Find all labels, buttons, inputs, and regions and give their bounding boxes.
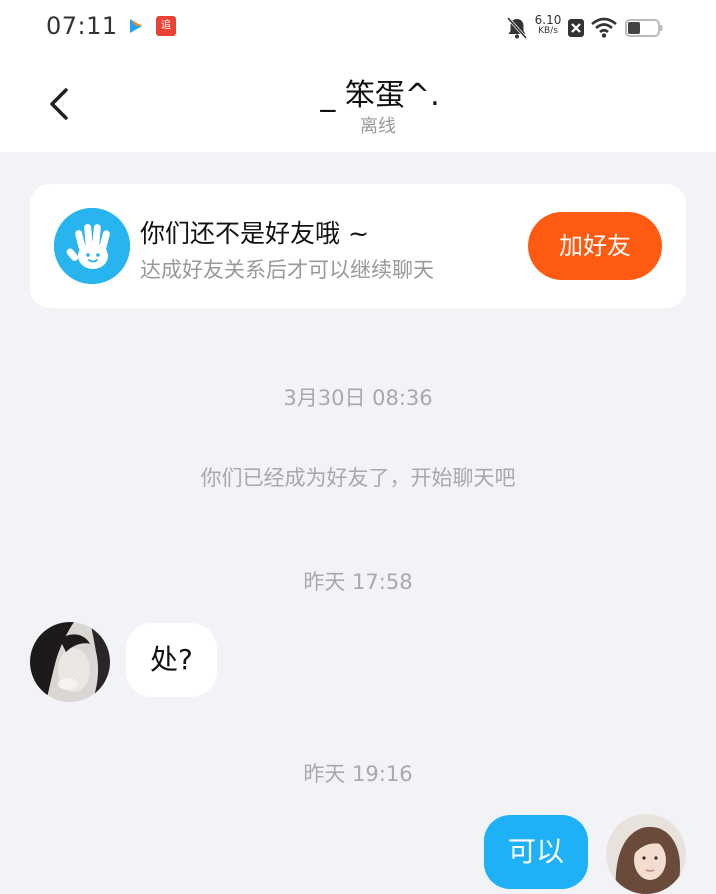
timestamp: 昨天 19:16 bbox=[303, 762, 413, 786]
status-time: 07:11 bbox=[46, 12, 118, 40]
contact-status: 离线 bbox=[360, 116, 396, 137]
timestamp: 昨天 17:58 bbox=[303, 570, 413, 594]
add-friend-button[interactable]: 加好友 bbox=[528, 212, 662, 280]
battery-icon bbox=[625, 19, 663, 37]
friend-request-card: 你们还不是好友哦 ~ 达成好友关系后才可以继续聊天 加好友 bbox=[30, 184, 686, 308]
contact-avatar[interactable] bbox=[30, 622, 110, 702]
network-speed-value: 6.10 bbox=[534, 13, 562, 27]
waving-hand-icon bbox=[54, 208, 130, 284]
timestamp: 3月30日 08:36 bbox=[283, 386, 433, 410]
card-title: 你们还不是好友哦 ~ bbox=[140, 219, 369, 248]
card-subtitle: 达成好友关系后才可以继续聊天 bbox=[140, 258, 434, 282]
wifi-icon bbox=[590, 16, 618, 38]
system-note: 你们已经成为好友了，开始聊天吧 bbox=[200, 466, 516, 490]
outgoing-message-bubble[interactable]: 可以 bbox=[483, 815, 588, 889]
incoming-message-bubble[interactable]: 处? bbox=[126, 623, 217, 697]
play-icon bbox=[128, 18, 144, 34]
mute-bell-icon bbox=[506, 16, 528, 40]
close-box-icon bbox=[567, 18, 585, 38]
network-speed: 6.10 KB/s bbox=[534, 13, 562, 37]
my-avatar[interactable] bbox=[606, 814, 686, 894]
contact-name: _ 笨蛋^. bbox=[320, 78, 440, 113]
network-speed-unit: KB/s bbox=[538, 26, 558, 36]
app-badge-icon: 追 bbox=[156, 16, 176, 36]
status-bar: 07:11 追 6.10 KB/s bbox=[0, 0, 716, 56]
chat-header: _ 笨蛋^. 离线 bbox=[0, 56, 716, 152]
